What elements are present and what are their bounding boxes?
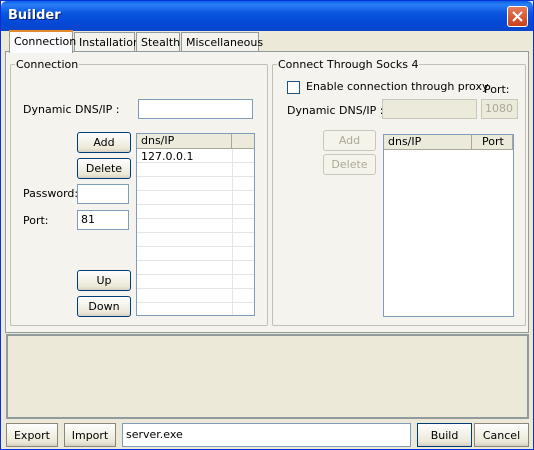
socks-port-label: Port: (484, 83, 510, 96)
socks-group-title: Connect Through Socks 4 (277, 58, 420, 71)
close-button[interactable] (507, 6, 528, 27)
tab-installation[interactable]: Installation (74, 32, 140, 52)
window-title: Builder (8, 8, 61, 23)
socks-add-button[interactable]: Add (323, 130, 376, 151)
socks-groupbox: Connect Through Socks 4 Enable connectio… (272, 58, 526, 326)
dns-input[interactable] (138, 99, 253, 119)
socks-dns-column-header[interactable]: dns/IP (384, 135, 472, 150)
close-icon (512, 11, 523, 22)
socks-port-column-header[interactable]: Port (472, 135, 513, 150)
connection-group-title: Connection (15, 58, 80, 71)
table-row[interactable]: 127.0.0.1 (137, 150, 254, 163)
empty-row (137, 290, 254, 303)
enable-proxy-label[interactable]: Enable connection through proxy (306, 80, 488, 93)
cancel-button[interactable]: Cancel (474, 423, 529, 447)
socks-port-input[interactable]: 1080 (481, 99, 518, 119)
dns-cell: 127.0.0.1 (141, 150, 194, 163)
socks-list[interactable]: dns/IP Port (383, 134, 514, 317)
empty-row (137, 206, 254, 219)
empty-row (137, 234, 254, 247)
connection-tab-panel: Connection Dynamic DNS/IP : Add Delete P… (5, 51, 529, 333)
empty-row (137, 178, 254, 191)
password-input[interactable] (77, 184, 129, 204)
socks-list-header: dns/IP Port (384, 135, 513, 150)
empty-row (137, 276, 254, 289)
password-label: Password: (23, 187, 79, 200)
title-bar[interactable]: Builder (1, 1, 533, 31)
socks-delete-button[interactable]: Delete (323, 154, 376, 175)
filename-input[interactable]: server.exe (122, 423, 411, 447)
empty-row (137, 262, 254, 275)
build-button[interactable]: Build (417, 423, 472, 447)
export-button[interactable]: Export (6, 423, 58, 447)
empty-row (137, 164, 254, 177)
tab-stealth[interactable]: Stealth (136, 32, 180, 52)
builder-window: Builder Connection Installation Stealth … (0, 0, 534, 450)
dns-column-header[interactable]: dns/IP (137, 134, 232, 149)
empty-row (137, 220, 254, 233)
empty-row (137, 248, 254, 261)
tab-connection[interactable]: Connection (9, 30, 76, 53)
dns-list-header: dns/IP (137, 134, 254, 149)
socks-dns-input[interactable] (382, 99, 477, 119)
down-button[interactable]: Down (77, 296, 131, 317)
checkbox-icon[interactable] (287, 81, 300, 94)
tab-miscellaneous[interactable]: Miscellaneous (181, 32, 263, 52)
port-label: Port: (23, 214, 49, 227)
add-button[interactable]: Add (77, 132, 131, 153)
delete-button[interactable]: Delete (77, 158, 131, 179)
socks-dns-label: Dynamic DNS/IP : (287, 104, 384, 117)
import-button[interactable]: Import (64, 423, 116, 447)
extra-column-header[interactable] (232, 134, 254, 149)
dns-label: Dynamic DNS/IP : (23, 103, 120, 116)
up-button[interactable]: Up (77, 270, 131, 291)
connection-groupbox: Connection Dynamic DNS/IP : Add Delete P… (10, 58, 268, 326)
empty-row (137, 192, 254, 205)
port-input[interactable]: 81 (77, 210, 129, 230)
status-log-area (6, 334, 529, 419)
dns-list[interactable]: dns/IP 127.0.0.1 (136, 133, 255, 316)
